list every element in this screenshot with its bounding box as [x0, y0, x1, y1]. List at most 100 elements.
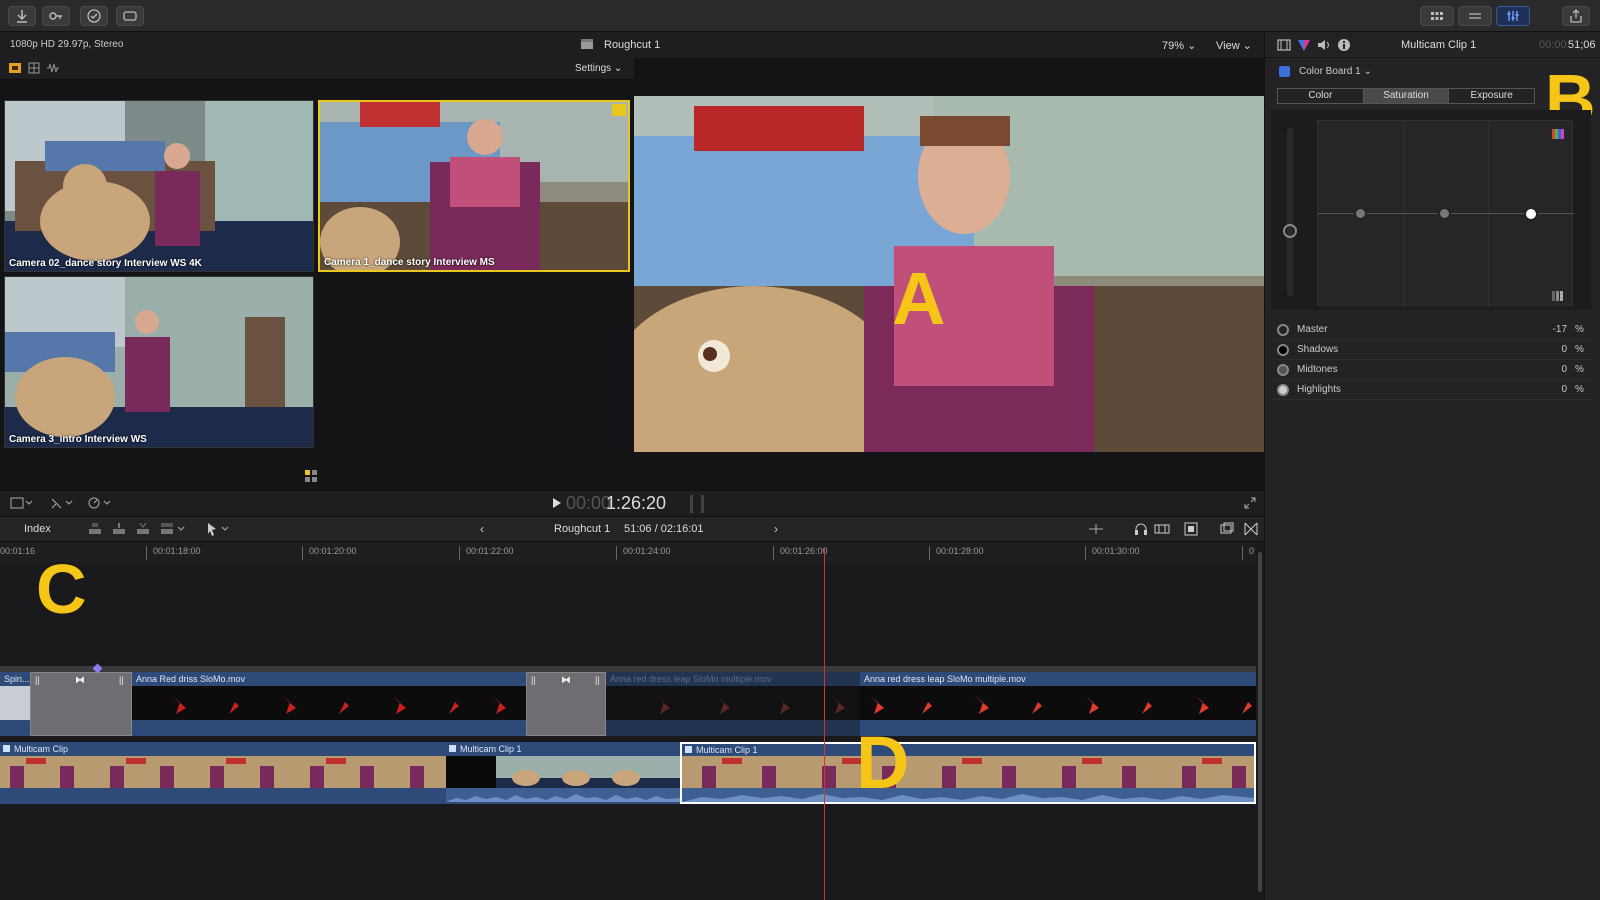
upper-clip-3[interactable]: Anna red dress leap SloMo multiple.mov — [606, 672, 860, 736]
scrollbar-thumb[interactable] — [1258, 552, 1262, 892]
transition-handle-left[interactable]: || — [531, 675, 536, 685]
background-tasks-button[interactable] — [80, 6, 108, 26]
global-puck[interactable] — [1283, 224, 1297, 238]
shadows-puck[interactable] — [1354, 207, 1367, 220]
insert-button[interactable] — [112, 522, 126, 539]
solo-button[interactable] — [1154, 522, 1170, 539]
history-back-button[interactable]: ‹ — [480, 522, 484, 536]
tab-exposure[interactable]: Exposure — [1449, 89, 1534, 103]
clip-title: Multicam Clip — [14, 744, 69, 754]
settings-dropdown[interactable]: Settings ⌄ — [575, 63, 622, 74]
share-button[interactable] — [1562, 6, 1590, 26]
effect-enable-checkbox[interactable] — [1279, 66, 1290, 77]
clip-title: Spin... — [4, 674, 30, 684]
timeline-icon — [1469, 13, 1481, 19]
inspector-view-button[interactable] — [1496, 6, 1530, 26]
timeline-scrollbar[interactable] — [1256, 542, 1264, 900]
tab-color[interactable]: Color — [1278, 89, 1364, 103]
connect-button[interactable] — [88, 522, 102, 539]
angle-label: Camera 1_dance story Interview MS — [324, 257, 495, 268]
clip-title: Anna red dress leap SloMo multiple.mov — [610, 674, 772, 684]
tool-dropdown[interactable] — [206, 522, 232, 539]
color-board-tabs: Color Saturation Exposure — [1277, 88, 1535, 104]
transition-handle-right[interactable]: || — [119, 675, 124, 685]
transition-1[interactable]: || ⧓ || — [30, 672, 132, 736]
video-inspector-icon[interactable] — [1277, 38, 1291, 55]
viewer-image — [634, 96, 1264, 452]
audio-skimming-button[interactable] — [1134, 522, 1148, 539]
param-value[interactable]: 0 — [1537, 364, 1567, 375]
param-value[interactable]: -17 — [1537, 324, 1567, 335]
crop-icon — [51, 498, 73, 509]
transition-handle-left[interactable]: || — [35, 675, 40, 685]
play-button[interactable] — [552, 497, 562, 512]
ruler-tick: 0 — [1242, 546, 1254, 560]
audio-only-icon[interactable] — [46, 62, 60, 77]
clip-appearance-icon — [1220, 522, 1234, 534]
keyword-button[interactable] — [42, 6, 70, 26]
param-row-highlights[interactable]: Highlights 0 % — [1271, 380, 1591, 400]
video-audio-icon[interactable] — [8, 62, 22, 77]
upper-clip-2[interactable]: Anna Red driss SloMo.mov — [132, 672, 526, 736]
video-only-icon[interactable] — [28, 62, 40, 77]
overwrite-dropdown[interactable] — [160, 522, 186, 539]
param-row-shadows[interactable]: Shadows 0 % — [1271, 340, 1591, 360]
multicam-clip-1[interactable]: Multicam Clip — [0, 742, 446, 804]
angle-thumbnail-2 — [320, 102, 628, 270]
skimming-button[interactable] — [1088, 523, 1104, 538]
info-icon[interactable] — [1337, 38, 1351, 55]
snapping-button[interactable] — [1184, 522, 1198, 539]
angle-tile-3[interactable]: Camera 3_intro Interview WS — [4, 276, 314, 448]
import-button[interactable] — [8, 6, 36, 26]
callout-letter-a: A — [892, 257, 946, 340]
master-puck[interactable] — [1524, 207, 1538, 221]
timecode[interactable]: 1:26:20 — [606, 493, 666, 514]
grid-line — [1488, 121, 1489, 307]
library-tag-button[interactable] — [116, 6, 144, 26]
connect-clip-icon — [89, 523, 101, 534]
transform-dropdown[interactable] — [50, 497, 74, 512]
timeline-ruler[interactable]: 00:01:16 00:01:18:00 00:01:20:00 00:01:2… — [0, 542, 1264, 562]
clip-appearance-button[interactable] — [1220, 522, 1234, 539]
transition-handle-right[interactable]: || — [595, 675, 600, 685]
viewer-options-dropdown[interactable] — [10, 497, 33, 512]
midtones-puck[interactable] — [1438, 207, 1451, 220]
multicam-icon — [685, 746, 692, 753]
retime-dropdown[interactable] — [88, 497, 112, 512]
multicam-clip-3-selected[interactable]: Multicam Clip 1 — [680, 742, 1256, 804]
audio-inspector-icon[interactable] — [1317, 38, 1331, 55]
tab-saturation[interactable]: Saturation — [1363, 89, 1450, 103]
clip-filmstrip — [0, 686, 30, 720]
append-button[interactable] — [136, 522, 150, 539]
angle-viewer: Camera 02_dance story Interview WS 4K Ca… — [0, 80, 634, 490]
history-forward-button[interactable]: › — [774, 522, 778, 536]
play-icon — [553, 498, 561, 508]
upper-clip-4[interactable]: Anna red dress leap SloMo multiple.mov — [860, 672, 1256, 736]
effects-browser-button[interactable] — [1244, 522, 1258, 539]
angle-tile-1[interactable]: Camera 02_dance story Interview WS 4K — [4, 100, 314, 272]
ruler-tick: 00:01:22:00 — [459, 546, 514, 560]
param-value[interactable]: 0 — [1537, 384, 1567, 395]
upper-clip-1[interactable]: Spin... — [0, 672, 30, 736]
view-label: View — [1216, 40, 1240, 52]
timeline[interactable]: C Spin... || ⧓ || Anna Red driss SloMo.m… — [0, 554, 1256, 900]
fullscreen-button[interactable] — [1244, 497, 1256, 512]
transition-2[interactable]: || ⧓ || — [526, 672, 606, 736]
viewer-frame[interactable]: A — [634, 96, 1264, 452]
angle-bank-icon[interactable] — [305, 470, 317, 485]
view-dropdown[interactable]: View ⌄ — [1216, 39, 1252, 52]
browser-view-button[interactable] — [1420, 6, 1454, 26]
color-board-dropdown[interactable]: Color Board 1 ⌄ — [1299, 66, 1372, 77]
param-value[interactable]: 0 — [1537, 344, 1567, 355]
angle-tile-2[interactable]: Camera 1_dance story Interview MS — [318, 100, 630, 272]
playhead[interactable] — [824, 548, 825, 900]
index-button[interactable]: Index — [24, 523, 51, 535]
multicam-clip-2[interactable]: Multicam Clip 1 — [446, 742, 680, 804]
timeline-view-button[interactable] — [1458, 6, 1492, 26]
key-icon — [49, 12, 62, 20]
param-row-master[interactable]: Master -17 % — [1271, 320, 1591, 340]
param-row-midtones[interactable]: Midtones 0 % — [1271, 360, 1591, 380]
zoom-dropdown[interactable]: 79% ⌄ — [1162, 39, 1196, 52]
color-inspector-icon[interactable] — [1297, 38, 1311, 55]
global-slider-track — [1287, 128, 1293, 296]
